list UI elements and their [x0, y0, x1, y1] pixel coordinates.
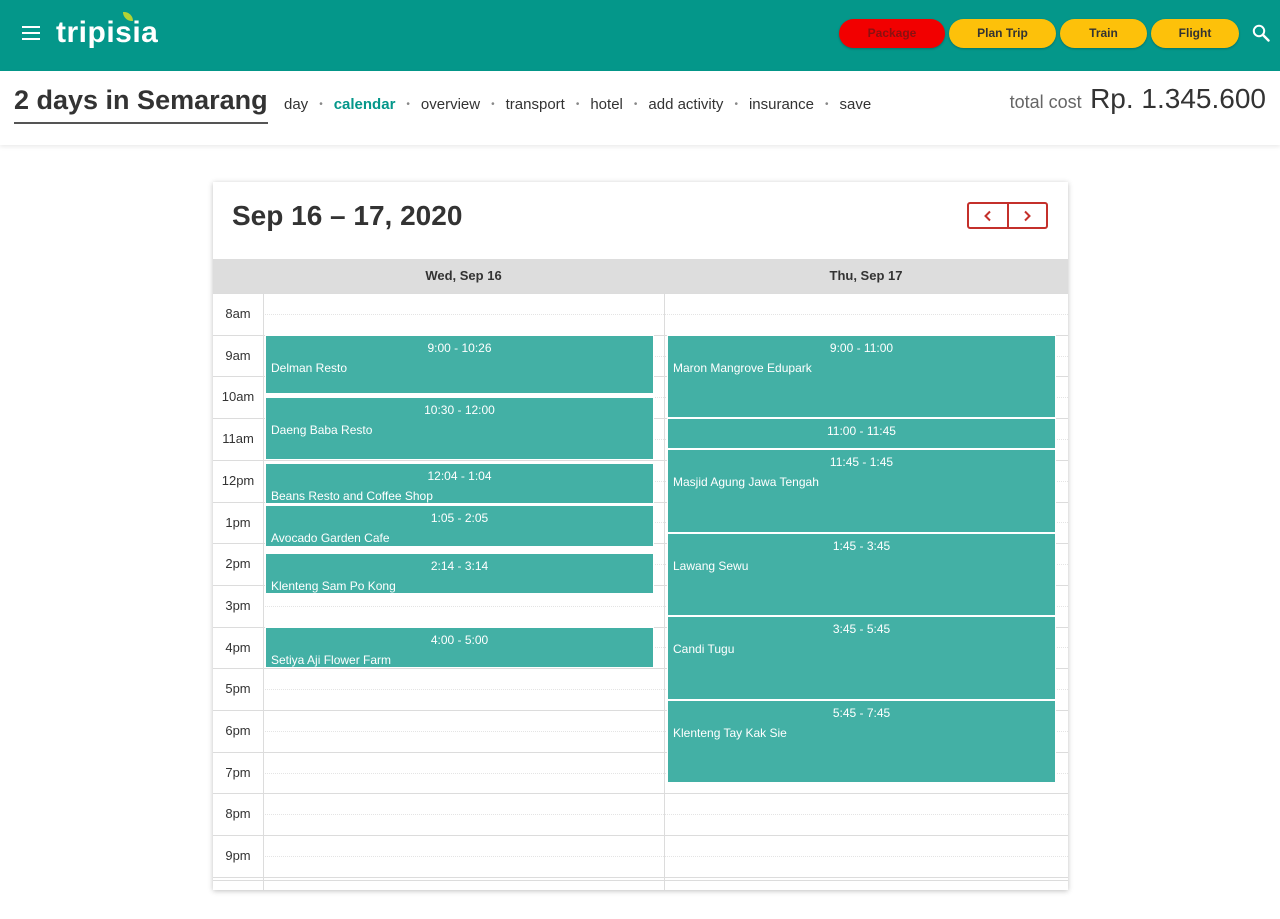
- trip-header: 2 days in Semarang day • calendar • overview…: [0, 71, 1280, 145]
- event-title: Daeng Baba Resto: [271, 423, 373, 438]
- event-title: Klenteng Tay Kak Sie: [673, 725, 787, 740]
- calendar-event[interactable]: 1:45 - 3:45 Lawang Sewu: [668, 533, 1055, 616]
- calendar-event[interactable]: 12:04 - 1:04 Beans Resto and Coffee Shop: [266, 463, 653, 504]
- half-hour-line: [263, 814, 1068, 816]
- tab-separator: •: [491, 99, 495, 110]
- event-title: Lawang Sewu: [673, 558, 749, 573]
- event-title: Setiya Aji Flower Farm: [271, 652, 392, 667]
- tab-add-activity[interactable]: add activity: [648, 96, 723, 113]
- total-cost-value: Rp. 1.345.600: [1090, 83, 1266, 114]
- chevron-right-icon: [1024, 210, 1032, 221]
- train-button[interactable]: Train: [1060, 19, 1147, 48]
- event-time: 11:00 - 11:45: [827, 424, 896, 439]
- event-title: Beans Resto and Coffee Shop: [271, 488, 433, 503]
- tab-day[interactable]: day: [284, 96, 308, 113]
- column-header: Thu, Sep 17: [664, 259, 1068, 293]
- tab-separator: •: [406, 99, 410, 110]
- hour-line: [213, 876, 1068, 878]
- total-cost: total cost Rp. 1.345.600: [1010, 83, 1266, 115]
- calendar-event[interactable]: 11:45 - 1:45 Masjid Agung Jawa Tengah: [668, 450, 1055, 532]
- event-time: 2:14 - 3:14: [430, 558, 489, 573]
- tab-separator: •: [734, 99, 738, 110]
- plan-trip-button[interactable]: Plan Trip: [949, 19, 1056, 48]
- time-label: 8pm: [225, 806, 251, 822]
- event-title: Klenteng Sam Po Kong: [271, 578, 396, 593]
- calendar-event[interactable]: 9:00 - 11:00 Maron Mangrove Edupark: [668, 335, 1055, 418]
- half-hour-line: [263, 313, 1068, 315]
- logo-text: tripisia: [56, 16, 159, 49]
- package-button[interactable]: Package: [839, 19, 945, 48]
- tab-separator: •: [319, 99, 323, 110]
- day-column-divider: [664, 293, 665, 890]
- time-label: 7pm: [225, 764, 251, 780]
- tab-calendar[interactable]: calendar: [334, 96, 396, 113]
- half-hour-line: [263, 855, 1068, 857]
- time-label: 6pm: [225, 723, 251, 738]
- time-label: 3pm: [225, 597, 251, 613]
- hour-line: [213, 835, 1068, 837]
- event-time: 3:45 - 5:45: [832, 622, 891, 637]
- trip-tabs: day • calendar • overview • transport • hotel • ad…: [284, 96, 871, 113]
- time-label: 1pm: [225, 514, 251, 530]
- time-label: 8am: [225, 306, 251, 321]
- time-label: 2pm: [225, 556, 251, 572]
- time-column-divider: [263, 293, 264, 890]
- hour-line: [213, 879, 1068, 881]
- event-title: Delman Resto: [271, 360, 348, 375]
- tab-save[interactable]: save: [840, 96, 872, 113]
- trip-title: 2 days in Semarang: [14, 85, 268, 124]
- calendar-card: Sep 16 – 17, 2020 Wed, Sep 16 Thu, Sep 1…: [213, 182, 1068, 890]
- next-button[interactable]: [1006, 204, 1047, 227]
- calendar-event[interactable]: 4:00 - 5:00 Setiya Aji Flower Farm: [266, 627, 653, 668]
- event-time: 10:30 - 12:00: [424, 403, 495, 418]
- calendar-nav: [967, 202, 1048, 229]
- calendar-event[interactable]: 1:05 - 2:05 Avocado Garden Cafe: [266, 505, 653, 546]
- calendar-event[interactable]: 5:45 - 7:45 Klenteng Tay Kak Sie: [668, 700, 1055, 782]
- calendar-event[interactable]: 3:45 - 5:45 Candi Tugu: [668, 617, 1055, 699]
- prev-button[interactable]: [969, 204, 1007, 227]
- menu-icon[interactable]: [22, 26, 40, 40]
- tab-insurance[interactable]: insurance: [749, 96, 814, 113]
- event-title: Maron Mangrove Edupark: [673, 360, 812, 375]
- chevron-left-icon: [983, 210, 991, 221]
- logo[interactable]: tripisia: [56, 12, 159, 50]
- time-label: 5pm: [225, 681, 251, 697]
- time-label: 9am: [225, 347, 251, 363]
- tab-overview[interactable]: overview: [421, 96, 480, 113]
- column-header: Wed, Sep 16: [263, 259, 664, 293]
- search-icon[interactable]: [1252, 24, 1270, 42]
- time-label: 4pm: [225, 639, 251, 655]
- time-label: 11am: [222, 431, 254, 447]
- event-time: 12:04 - 1:04: [427, 468, 492, 483]
- calendar-event[interactable]: 2:14 - 3:14 Klenteng Sam Po Kong: [266, 553, 653, 594]
- event-time: 9:00 - 10:26: [427, 340, 492, 355]
- tab-separator: •: [633, 99, 638, 110]
- event-title: Avocado Garden Cafe: [271, 530, 390, 545]
- time-label: 12pm: [221, 472, 255, 488]
- time-label: 9pm: [225, 848, 251, 864]
- tab-hotel[interactable]: hotel: [590, 96, 623, 113]
- calendar-event[interactable]: 9:00 - 10:26 Delman Resto: [266, 335, 653, 394]
- event-time: 4:00 - 5:00: [430, 632, 489, 647]
- flight-button[interactable]: Flight: [1151, 19, 1239, 48]
- tab-separator: •: [825, 99, 829, 110]
- top-bar: tripisia Package Plan Trip Train Flight: [0, 0, 1280, 71]
- total-cost-label: total cost: [1009, 92, 1082, 112]
- event-time: 1:45 - 3:45: [832, 538, 891, 553]
- event-time: 1:05 - 2:05: [430, 510, 489, 525]
- tab-separator: •: [575, 99, 580, 110]
- tab-transport[interactable]: transport: [506, 96, 565, 113]
- time-label: 10am: [221, 389, 255, 405]
- event-title: Masjid Agung Jawa Tengah: [673, 475, 819, 490]
- calendar-event[interactable]: 10:30 - 12:00 Daeng Baba Resto: [266, 398, 653, 459]
- event-title: Candi Tugu: [673, 642, 735, 657]
- hour-line: [213, 793, 1068, 795]
- event-time: 11:45 - 1:45: [829, 455, 894, 470]
- calendar-event[interactable]: 11:00 - 11:45: [668, 419, 1055, 449]
- calendar-title: Sep 16 – 17, 2020: [232, 200, 463, 231]
- hour-line: [213, 293, 1068, 294]
- event-time: 9:00 - 11:00: [829, 340, 894, 355]
- time-column-header: [213, 259, 263, 293]
- event-time: 5:45 - 7:45: [832, 705, 891, 720]
